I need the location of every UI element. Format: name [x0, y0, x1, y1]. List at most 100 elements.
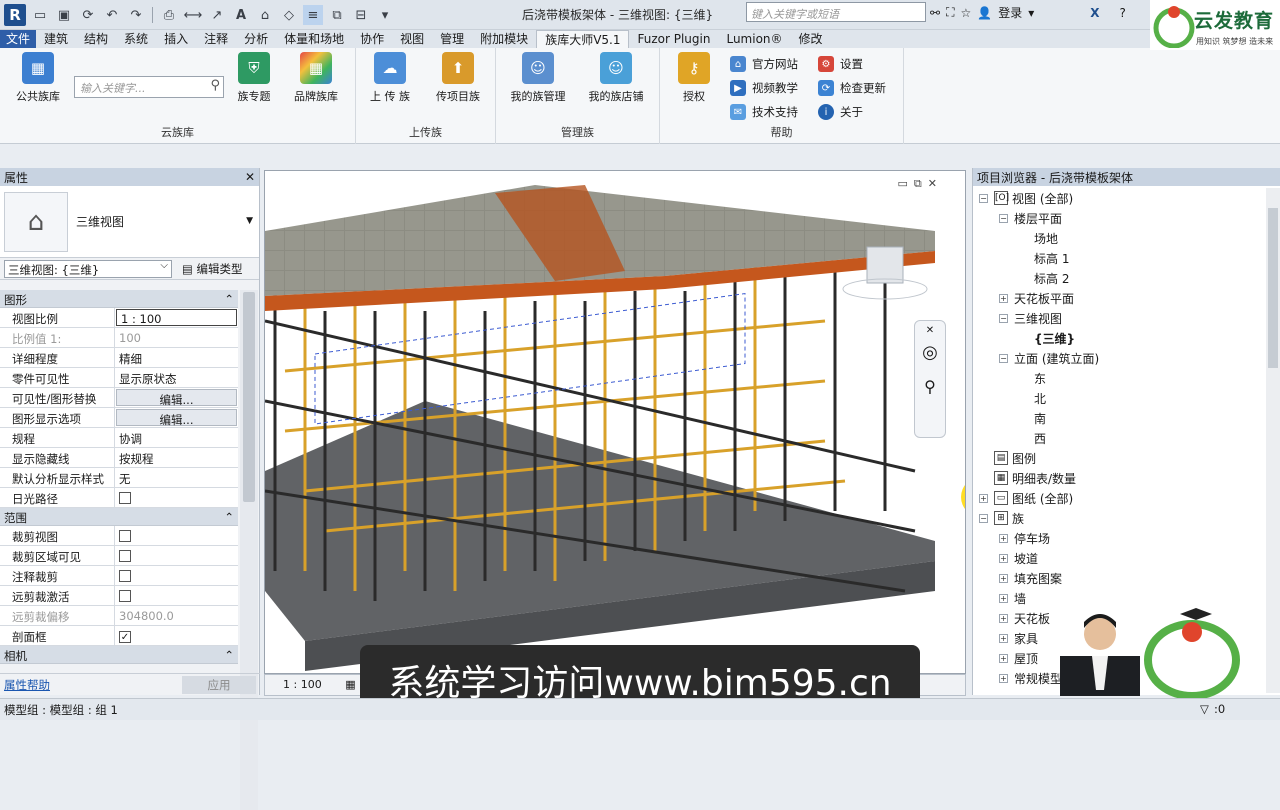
collapse-icon[interactable]: ⌃	[224, 648, 234, 662]
official-site-button[interactable]: ⌂ 官方网站	[730, 56, 798, 72]
collapse-icon[interactable]: −	[999, 213, 1008, 223]
scaffold-model-render[interactable]	[265, 171, 966, 674]
print-icon[interactable]: ⎙	[159, 5, 179, 25]
video-tutorial-button[interactable]: ▶ 视频教学	[730, 80, 798, 96]
tree-node[interactable]: 北	[973, 388, 1265, 408]
minimize-icon[interactable]: ▭	[898, 177, 908, 191]
collapse-icon[interactable]: −	[999, 353, 1008, 363]
tree-node[interactable]: + 天花板平面	[973, 288, 1265, 308]
tab-12[interactable]: 族库大师V5.1	[536, 30, 630, 48]
property-category[interactable]: 相机 ⌃	[0, 646, 238, 664]
properties-help-link[interactable]: 属性帮助	[4, 677, 50, 693]
collapse-icon[interactable]: −	[999, 313, 1008, 323]
scroll-thumb[interactable]	[243, 292, 255, 502]
zoom-icon[interactable]: ⚲	[915, 377, 945, 396]
search-icon[interactable]: ⚲	[210, 78, 220, 93]
my-family-store-button[interactable]: ☺ 我的族店铺	[584, 52, 648, 104]
about-button[interactable]: i 关于	[818, 104, 863, 120]
type-selector[interactable]: ⌂ 三维视图 ▼	[0, 186, 259, 258]
instance-dropdown[interactable]: 三维视图: {三维}	[4, 259, 172, 278]
tree-node[interactable]: − 三维视图	[973, 308, 1265, 328]
expand-icon[interactable]: +	[999, 593, 1008, 603]
collapse-icon[interactable]: ⌃	[224, 510, 234, 524]
3d-view-icon[interactable]: ⌂	[255, 5, 275, 25]
help-search-input[interactable]: 键入关键字或短语	[746, 2, 926, 22]
tree-node[interactable]: 标高 2	[973, 268, 1265, 288]
user-icon[interactable]: 👤	[977, 6, 992, 20]
checkbox-icon[interactable]	[119, 550, 131, 562]
tree-node[interactable]: 标高 1	[973, 248, 1265, 268]
expand-icon[interactable]: +	[999, 633, 1008, 643]
sync-icon[interactable]: ⟳	[78, 5, 98, 25]
expand-icon[interactable]: +	[999, 613, 1008, 623]
tree-node[interactable]: + 填充图案	[973, 568, 1265, 588]
authorize-button[interactable]: ⚷ 授权	[662, 52, 726, 104]
tree-node[interactable]: 南	[973, 408, 1265, 428]
tree-node[interactable]: ▤ 图例	[973, 448, 1265, 468]
tab-8[interactable]: 协作	[352, 30, 392, 48]
property-checkbox[interactable]	[115, 526, 238, 545]
edit-button[interactable]: 编辑...	[116, 389, 237, 407]
expand-icon[interactable]: +	[979, 493, 988, 503]
save-icon[interactable]: ▣	[54, 5, 74, 25]
property-checkbox[interactable]: ✓	[115, 626, 238, 645]
tree-node[interactable]: {三维}	[973, 328, 1265, 348]
tree-node[interactable]: 东	[973, 368, 1265, 388]
star-icon[interactable]: ☆	[960, 6, 971, 20]
apply-button[interactable]: 应用	[182, 675, 256, 694]
help-icon[interactable]: ?	[1120, 6, 1126, 20]
property-value[interactable]: 显示原状态	[115, 368, 238, 387]
close-icon[interactable]: ✕	[245, 170, 255, 184]
steering-wheel-icon[interactable]: ◎	[915, 342, 945, 363]
tab-6[interactable]: 分析	[236, 30, 276, 48]
exchange-icon[interactable]: ⛶	[946, 5, 954, 20]
tab-7[interactable]: 体量和场地	[276, 30, 352, 48]
text-icon[interactable]: A	[231, 5, 251, 25]
expand-icon[interactable]: +	[999, 553, 1008, 563]
public-library-button[interactable]: ▦ 公共族库	[6, 52, 70, 104]
scroll-thumb[interactable]	[1268, 208, 1278, 368]
property-value[interactable]: 无	[115, 468, 238, 487]
browser-scrollbar[interactable]	[1266, 188, 1280, 693]
binoculars-icon[interactable]: ⚯	[930, 6, 940, 20]
tab-13[interactable]: Fuzor Plugin	[629, 30, 718, 48]
tree-node[interactable]: 西	[973, 428, 1265, 448]
upload-family-button[interactable]: ☁ 上 传 族	[358, 52, 422, 104]
tree-node[interactable]: ▦ 明细表/数量	[973, 468, 1265, 488]
exchange-apps-icon[interactable]: X	[1090, 6, 1099, 20]
tab-0[interactable]: 文件	[0, 30, 37, 48]
close-icon[interactable]: ✕	[928, 177, 937, 191]
checkbox-icon[interactable]	[119, 492, 131, 504]
expand-icon[interactable]: +	[999, 573, 1008, 583]
edit-button[interactable]: 编辑...	[116, 409, 237, 427]
tab-15[interactable]: 修改	[791, 30, 831, 48]
filter-icon[interactable]: ▽	[1200, 702, 1209, 716]
tab-2[interactable]: 结构	[76, 30, 116, 48]
view-scale[interactable]: 1 : 100	[283, 678, 322, 691]
open-icon[interactable]: ▭	[30, 5, 50, 25]
undo-icon[interactable]: ↶	[102, 5, 122, 25]
close-nav-icon[interactable]: ✕	[915, 325, 945, 336]
3d-viewport[interactable]: ▭ ⧉ ✕	[264, 170, 966, 674]
edit-type-button[interactable]: ▤ 编辑类型	[182, 261, 243, 277]
check-update-button[interactable]: ⟳ 检查更新	[818, 80, 886, 96]
property-category[interactable]: 图形 ⌃	[0, 290, 238, 308]
tree-node[interactable]: − 楼层平面	[973, 208, 1265, 228]
expand-icon[interactable]: +	[999, 293, 1008, 303]
collapse-icon[interactable]: −	[979, 193, 988, 203]
my-family-manage-button[interactable]: ☺ 我的族管理	[506, 52, 570, 104]
property-category[interactable]: 范围 ⌃	[0, 508, 238, 526]
settings-button[interactable]: ⚙ 设置	[818, 56, 863, 72]
tree-node[interactable]: − ⊞ 族	[973, 508, 1265, 528]
brand-library-button[interactable]: ▦ 品牌族库	[284, 52, 348, 104]
tree-node[interactable]: + ▭ 图纸 (全部)	[973, 488, 1265, 508]
expand-icon[interactable]: +	[999, 673, 1008, 683]
tree-node[interactable]: 场地	[973, 228, 1265, 248]
expand-icon[interactable]: +	[999, 533, 1008, 543]
checkbox-icon[interactable]: ✓	[119, 631, 131, 643]
tab-1[interactable]: 建筑	[36, 30, 76, 48]
section-icon[interactable]: ◇	[279, 5, 299, 25]
tree-node[interactable]: + 停车场	[973, 528, 1265, 548]
detail-level-icon[interactable]: ▦	[345, 678, 355, 691]
collapse-icon[interactable]: −	[979, 513, 988, 523]
